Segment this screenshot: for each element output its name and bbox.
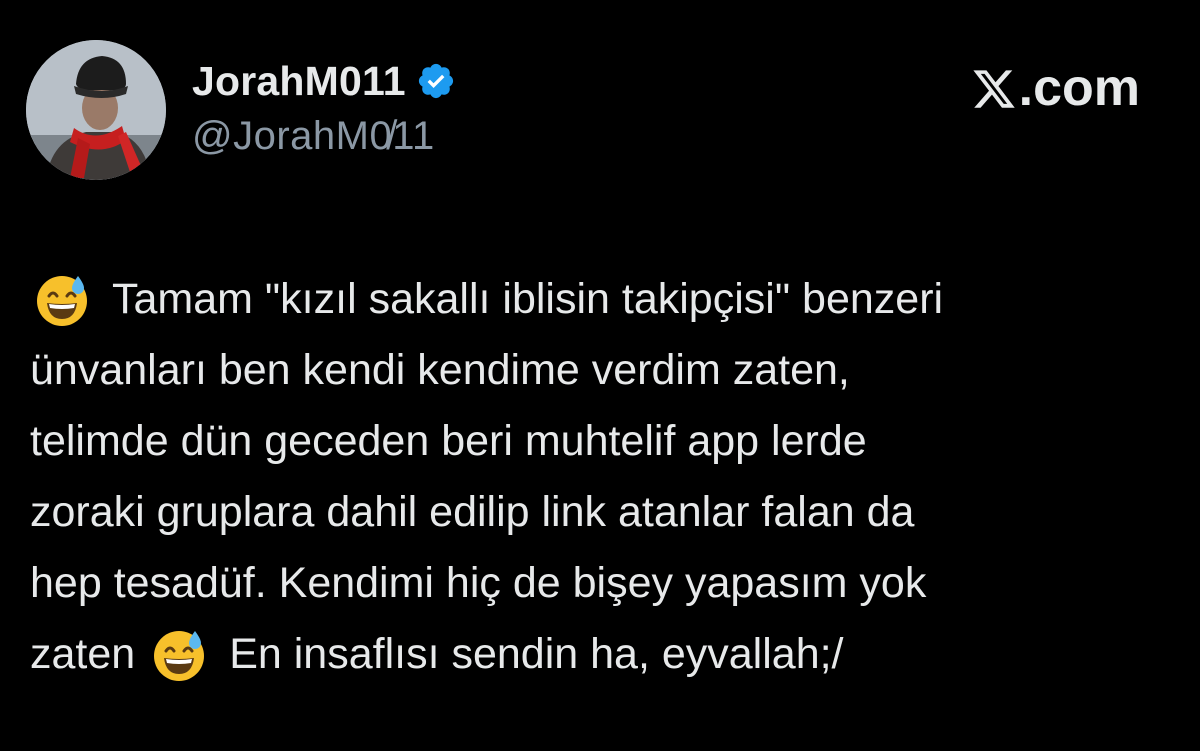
tweet-line-text: ünvanları ben kendi kendime verdim zaten… [30,346,850,394]
avatar[interactable] [26,40,166,180]
tweet-line: zaten En insaflısı sendin ha, eyvallah;/ [30,619,1180,690]
verified-badge-icon [416,61,456,101]
author-names: JorahM011 @JorahM0̸11 [192,56,456,159]
tweet-header: JorahM011 @JorahM0̸11 .com [26,40,1176,180]
display-name-row: JorahM011 [192,56,456,106]
grinning-face-with-sweat-emoji [34,272,90,328]
tweet-line-text: En insaflısı sendin ha, eyvallah;/ [229,630,844,678]
tweet-line: Tamam "kızıl sakallı iblisin takipçisi" … [30,264,1180,335]
tweet-line: zoraki gruplara dahil edilip link atanla… [30,477,1180,548]
display-name[interactable]: JorahM011 [192,58,406,105]
brand-domain: .com [1018,59,1140,117]
tweet-line-text: zaten [30,630,136,678]
tweet-line-text: Tamam "kızıl sakallı iblisin takipçisi" … [112,275,944,323]
tweet-line: hep tesadüf. Kendimi hiç de bişey yapası… [30,548,1180,619]
avatar-image [26,40,166,180]
tweet-line: telimde dün geceden beri muhtelif app le… [30,406,1180,477]
grinning-face-with-sweat-emoji [151,627,207,683]
tweet-line-text: telimde dün geceden beri muhtelif app le… [30,417,867,465]
brand-watermark: .com [971,58,1140,118]
x-logo-icon [971,65,1017,111]
tweet-line-text: zoraki gruplara dahil edilip link atanla… [30,488,915,536]
tweet-line-text: hep tesadüf. Kendimi hiç de bişey yapası… [30,559,927,607]
handle[interactable]: @JorahM0̸11 [192,114,456,159]
tweet-line: ünvanları ben kendi kendime verdim zaten… [30,335,1180,406]
tweet-text: Tamam "kızıl sakallı iblisin takipçisi" … [30,264,1180,690]
